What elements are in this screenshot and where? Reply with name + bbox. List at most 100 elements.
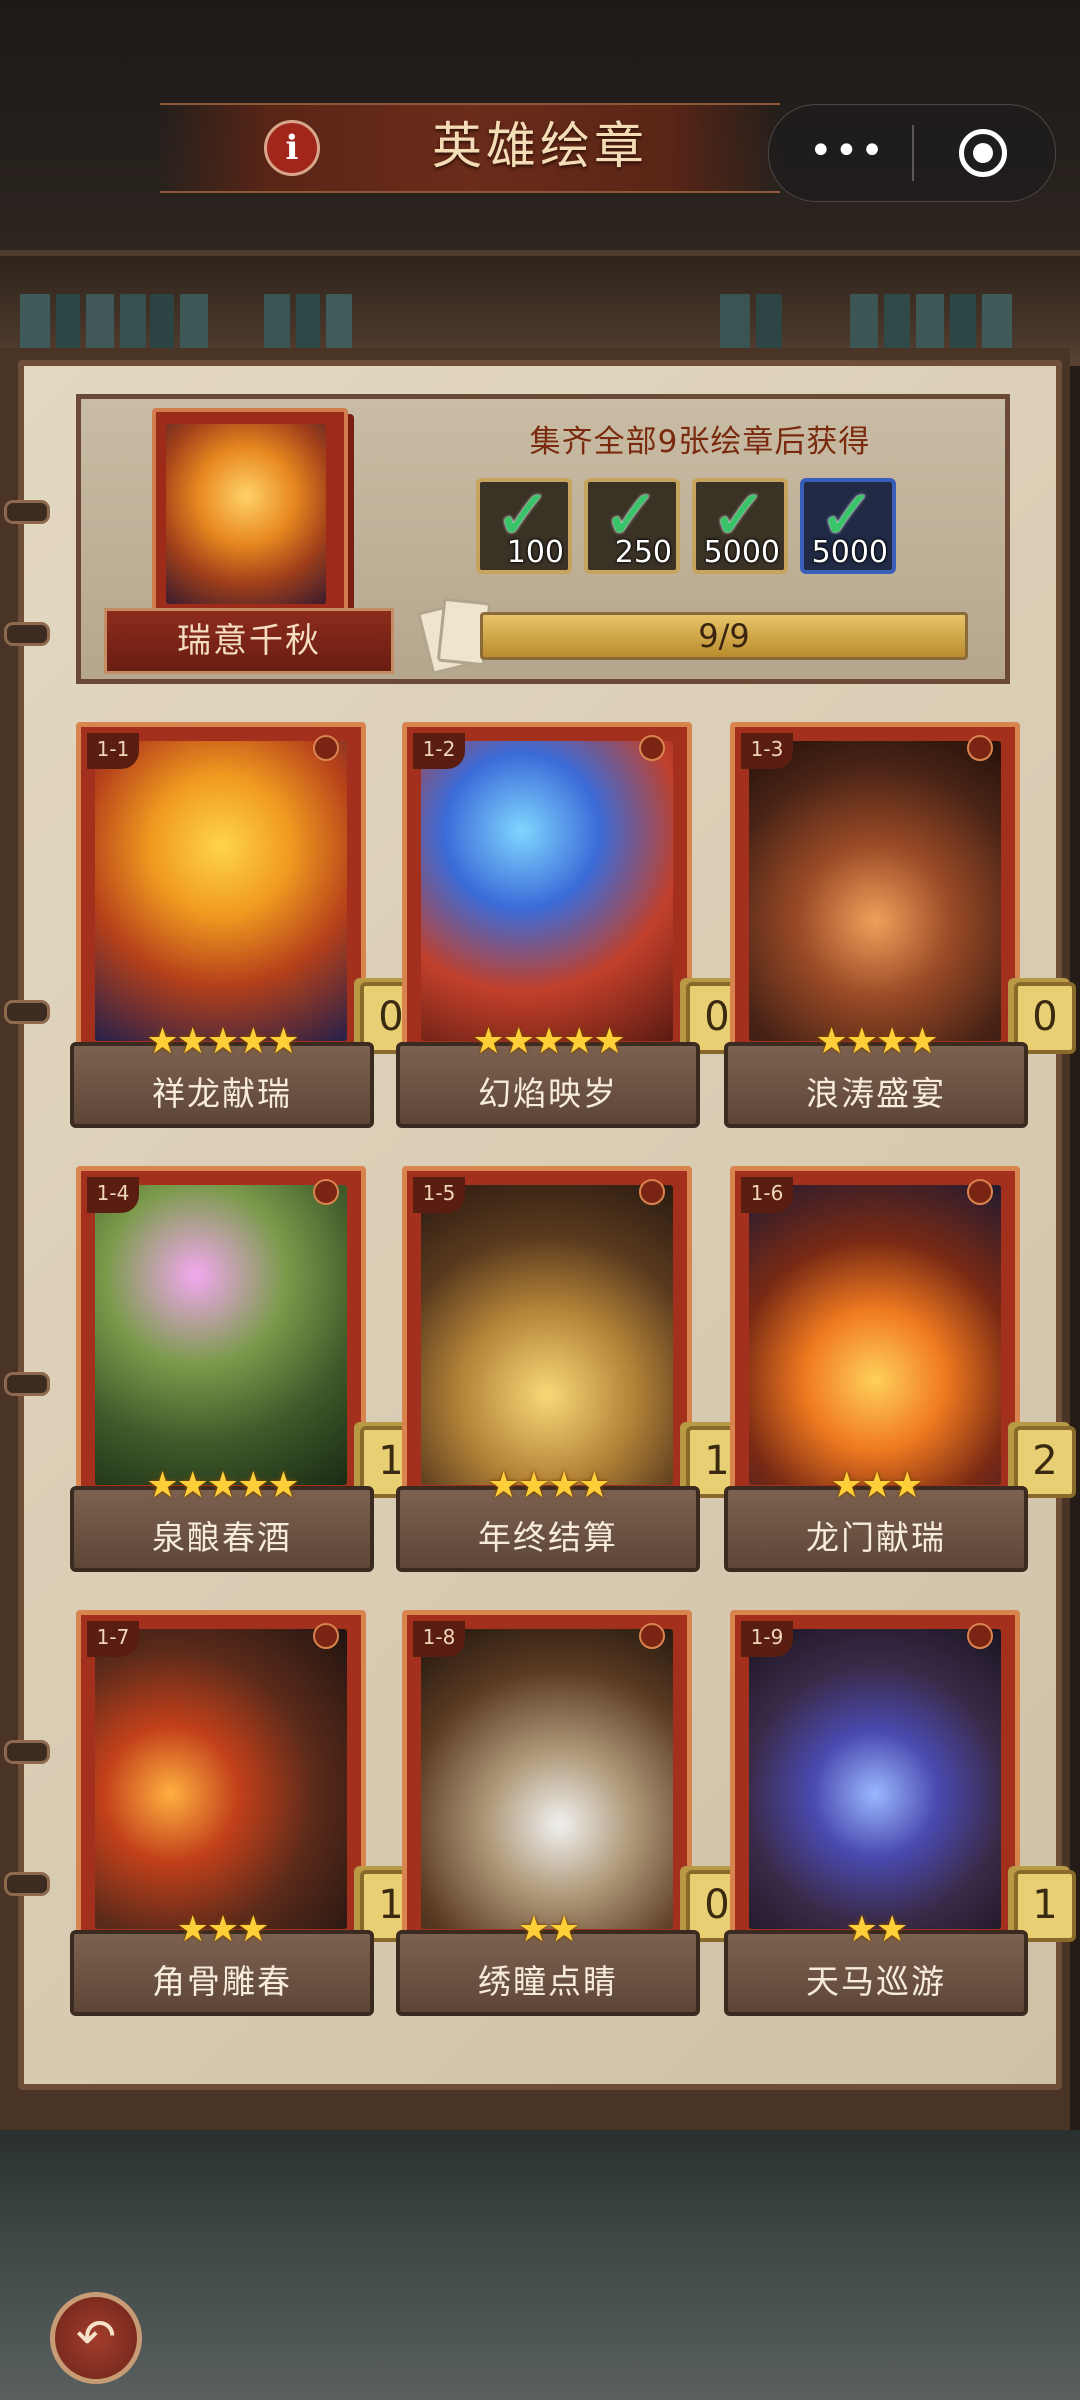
progress-text: 9/9 (698, 617, 750, 655)
card-name: 绣瞳点睛 (478, 1962, 618, 2001)
card-frame: 1-6 (730, 1166, 1020, 1496)
set-progress-bar: 9/9 (480, 612, 968, 660)
book-decoration (916, 294, 944, 356)
card-name: 年终结算 (478, 1518, 618, 1557)
book-decoration (296, 294, 320, 356)
hero-card[interactable]: 1-5 1 ★★★★ 年终结算 (396, 1166, 748, 1586)
hero-card[interactable]: 1-7 1 ★★★ 角骨雕春 (70, 1610, 422, 2030)
card-number: 1-1 (87, 733, 139, 769)
book-decoration (326, 294, 352, 356)
hero-card[interactable]: 1-4 1 ★★★★★ 泉酿春酒 (70, 1166, 422, 1586)
card-number: 1-6 (741, 1177, 793, 1213)
reward-caption: 集齐全部9张绘章后获得 (529, 424, 871, 460)
capsule-divider (912, 125, 914, 181)
card-name: 泉酿春酒 (152, 1518, 292, 1557)
book-decoration (756, 294, 782, 356)
reward-amount: 5000 (703, 535, 780, 570)
hero-card[interactable]: 1-3 0 ★★★★ 浪涛盛宴 (724, 722, 1076, 1142)
card-number: 1-7 (87, 1621, 139, 1657)
card-number: 1-3 (741, 733, 793, 769)
card-art (421, 741, 673, 1041)
card-art (95, 1629, 347, 1929)
reward-amount: 250 (614, 535, 672, 570)
corner-ornament-icon (967, 1623, 993, 1649)
star-rating: ★★★★ (815, 1021, 938, 1062)
book-decoration (180, 294, 208, 356)
book-decoration (86, 294, 114, 356)
star-rating: ★★★ (176, 1909, 270, 1950)
hero-card[interactable]: 1-2 0 ★★★★★ 幻焰映岁 (396, 722, 748, 1142)
set-name: 瑞意千秋 (104, 608, 394, 674)
book-decoration (982, 294, 1012, 356)
card-number: 1-9 (741, 1621, 793, 1657)
card-art (95, 1185, 347, 1485)
card-frame: 1-9 (730, 1610, 1020, 1940)
card-name: 幻焰映岁 (478, 1074, 618, 1113)
card-number: 1-8 (413, 1621, 465, 1657)
book-decoration (950, 294, 976, 356)
reward-item[interactable]: ✓ 250 (584, 478, 680, 574)
hero-card[interactable]: 1-9 1 ★★ 天马巡游 (724, 1610, 1076, 2030)
reward-amount: 100 (506, 535, 564, 570)
binder-ring (4, 1372, 50, 1396)
star-rating: ★★★ (830, 1465, 924, 1506)
book-decoration (150, 294, 174, 356)
close-target-icon[interactable] (959, 129, 1007, 177)
reward-amount: 5000 (811, 535, 888, 570)
back-arrow-icon[interactable]: ↶ (50, 2292, 142, 2384)
hero-card[interactable]: 1-6 2 ★★★ 龙门献瑞 (724, 1166, 1076, 1586)
card-name: 浪涛盛宴 (806, 1074, 946, 1113)
star-rating: ★★★★★ (146, 1021, 299, 1062)
reward-item[interactable]: ✓ 5000 (692, 478, 788, 574)
card-number: 1-4 (87, 1177, 139, 1213)
more-dots-icon[interactable]: ••• (809, 131, 884, 175)
card-art (421, 1629, 673, 1929)
book-decoration (120, 294, 146, 356)
card-art (749, 741, 1001, 1041)
corner-ornament-icon (967, 735, 993, 761)
card-name: 天马巡游 (806, 1962, 946, 2001)
dragon-art-icon (166, 424, 326, 604)
binder-ring (4, 500, 50, 524)
mini-program-capsule: ••• (768, 104, 1056, 202)
set-cover-card[interactable] (152, 408, 348, 636)
corner-ornament-icon (967, 1179, 993, 1205)
card-art (749, 1629, 1001, 1929)
binder-ring (4, 1740, 50, 1764)
card-art (421, 1185, 673, 1485)
info-icon[interactable]: i (264, 120, 320, 176)
card-name: 祥龙献瑞 (152, 1074, 292, 1113)
card-number: 1-2 (413, 733, 465, 769)
star-rating: ★★★★ (487, 1465, 610, 1506)
corner-ornament-icon (639, 1179, 665, 1205)
card-number: 1-5 (413, 1177, 465, 1213)
reward-item[interactable]: ✓ 5000 (800, 478, 896, 574)
corner-ornament-icon (313, 1179, 339, 1205)
book-decoration (56, 294, 80, 356)
card-frame: 1-4 (76, 1166, 366, 1496)
book-decoration (850, 294, 878, 356)
card-name: 龙门献瑞 (806, 1518, 946, 1557)
star-rating: ★★★★★ (146, 1465, 299, 1506)
card-frame: 1-2 (402, 722, 692, 1052)
corner-ornament-icon (639, 735, 665, 761)
star-rating: ★★ (845, 1909, 909, 1950)
book-decoration (720, 294, 750, 356)
corner-ornament-icon (639, 1623, 665, 1649)
book-decoration (264, 294, 290, 356)
book-decoration (20, 294, 50, 356)
hero-card[interactable]: 1-1 0 ★★★★★ 祥龙献瑞 (70, 722, 422, 1142)
star-rating: ★★★★★ (472, 1021, 625, 1062)
book-decoration (884, 294, 910, 356)
binder-ring (4, 1872, 50, 1896)
card-frame: 1-1 (76, 722, 366, 1052)
hero-card[interactable]: 1-8 0 ★★ 绣瞳点睛 (396, 1610, 748, 2030)
card-frame: 1-7 (76, 1610, 366, 1940)
reward-item[interactable]: ✓ 100 (476, 478, 572, 574)
binder-ring (4, 622, 50, 646)
corner-ornament-icon (313, 1623, 339, 1649)
card-art (95, 741, 347, 1041)
card-name: 角骨雕春 (152, 1962, 292, 2001)
binder-ring (4, 1000, 50, 1024)
card-frame: 1-5 (402, 1166, 692, 1496)
